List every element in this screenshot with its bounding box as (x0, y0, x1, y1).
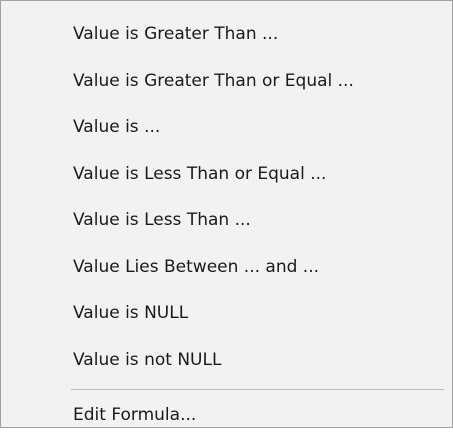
menu-item-is-null[interactable]: Value is NULL (1, 290, 452, 337)
menu-items: Value is Greater Than ... Value is Great… (1, 11, 452, 439)
menu-item-edit-formula[interactable]: Edit Formula... (1, 392, 452, 439)
context-menu: Value is Greater Than ... Value is Great… (0, 0, 453, 428)
menu-item-greater-than[interactable]: Value is Greater Than ... (1, 11, 452, 58)
menu-item-greater-than-or-equal[interactable]: Value is Greater Than or Equal ... (1, 58, 452, 105)
menu-item-between[interactable]: Value Lies Between ... and ... (1, 244, 452, 291)
menu-separator (71, 389, 444, 390)
menu-item-less-than[interactable]: Value is Less Than ... (1, 197, 452, 244)
menu-item-equal[interactable]: Value is ... (1, 104, 452, 151)
menu-item-less-than-or-equal[interactable]: Value is Less Than or Equal ... (1, 151, 452, 198)
menu-item-is-not-null[interactable]: Value is not NULL (1, 337, 452, 384)
